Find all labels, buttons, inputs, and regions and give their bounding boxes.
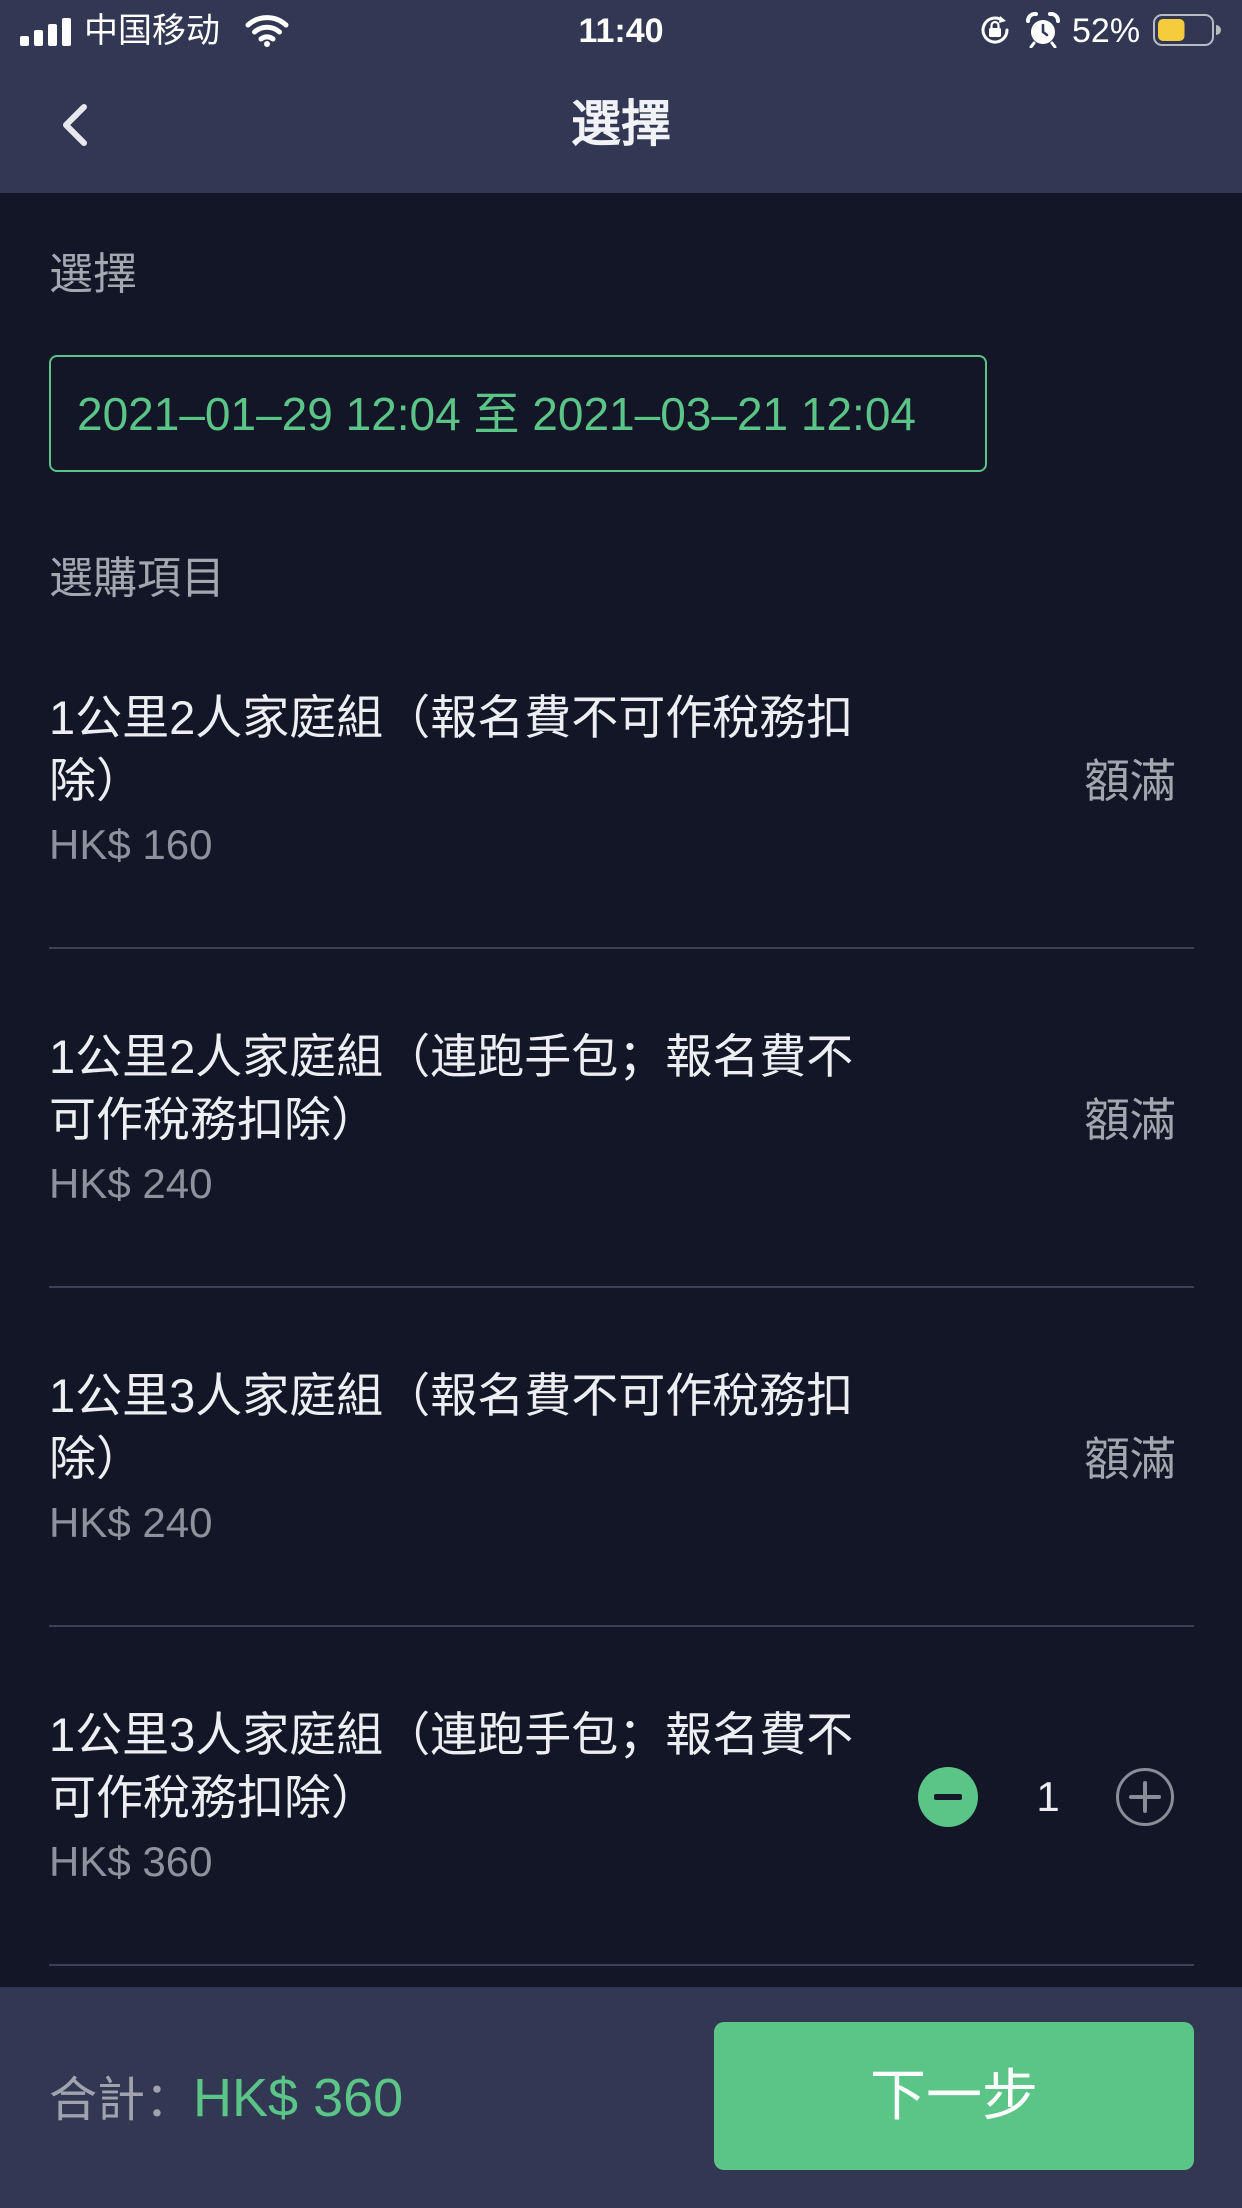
item-price: HK$ 240: [49, 1499, 213, 1546]
plus-icon: [1129, 1781, 1161, 1813]
item-price: HK$ 360: [49, 1838, 213, 1885]
order-total: 合計：HK$ 360: [49, 2063, 403, 2147]
quantity-value: 1: [1036, 1773, 1060, 1820]
battery-icon: [1153, 14, 1221, 46]
next-step-button[interactable]: 下一步: [714, 2022, 1194, 2170]
sold-out-status: 額滿: [1084, 755, 1176, 807]
item-price: HK$ 160: [49, 821, 213, 868]
checkout-bar: 合計：HK$ 360 下一步: [0, 1987, 1242, 2208]
item-title: 1公里2人家庭組（連跑手包；報名費不可作稅務扣除）: [49, 1030, 854, 1146]
period-section-label: 選擇: [49, 250, 137, 299]
page-title: 選擇: [571, 96, 671, 152]
item-title: 1公里2人家庭組（報名費不可作稅務扣除）: [49, 691, 854, 807]
sold-out-status: 額滿: [1084, 1094, 1176, 1146]
total-label: 合計：: [49, 2074, 194, 2127]
orientation-lock-icon: [981, 16, 1009, 44]
list-item: 1公里3人家庭組（連跑手包；報名費不可作稅務扣除） HK$ 360 1: [49, 1627, 1194, 1966]
item-title: 1公里3人家庭組（連跑手包；報名費不可作稅務扣除）: [49, 1708, 854, 1824]
top-bar: 中国移动 11:40 52% 選擇: [0, 0, 1242, 193]
period-selector[interactable]: 2021–01–29 12:04 至 2021–03–21 12:04: [49, 355, 987, 472]
period-range-text: 2021–01–29 12:04 至 2021–03–21 12:04: [77, 387, 917, 440]
total-value: HK$ 360: [193, 2068, 404, 2128]
list-item: 1公里3人家庭組（報名費不可作稅務扣除） HK$ 240 額滿: [49, 1288, 1194, 1627]
item-price: HK$ 240: [49, 1160, 213, 1207]
alarm-icon: [1026, 12, 1060, 48]
list-item: 1公里2人家庭組（連跑手包；報名費不可作稅務扣除） HK$ 240 額滿: [49, 949, 1194, 1288]
item-title: 1公里3人家庭組（報名費不可作稅務扣除）: [49, 1369, 854, 1485]
minus-icon: [934, 1794, 962, 1800]
items-section-label: 選購項目: [49, 554, 225, 603]
decrement-button[interactable]: [918, 1767, 978, 1827]
list-item: 1公里2人家庭組（報名費不可作稅務扣除） HK$ 160 額滿: [49, 610, 1194, 949]
sold-out-status: 額滿: [1084, 1433, 1176, 1485]
increment-button[interactable]: [1115, 1767, 1175, 1827]
battery-percentage: 52%: [1072, 12, 1141, 50]
